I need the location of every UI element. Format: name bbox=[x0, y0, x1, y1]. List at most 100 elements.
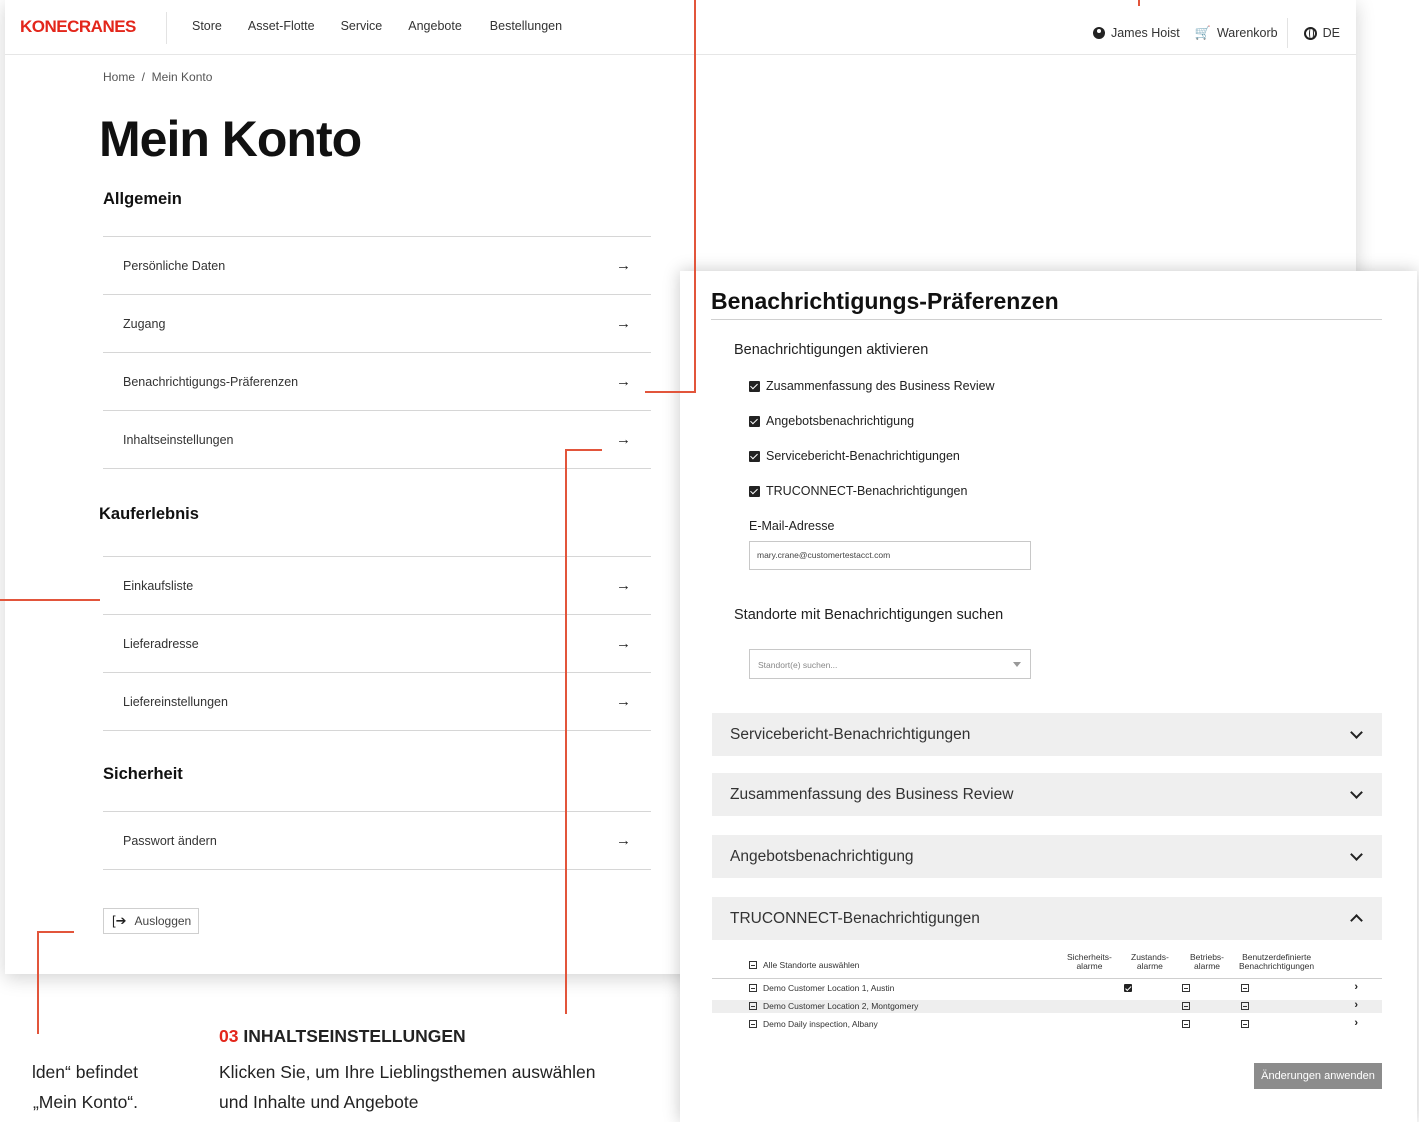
menu-item-label: Inhaltseinstellungen bbox=[123, 432, 234, 447]
row-label: Demo Daily inspection, Albany bbox=[763, 1019, 878, 1029]
language-switcher[interactable]: DE bbox=[1303, 26, 1340, 40]
menu-item-label: Einkaufsliste bbox=[123, 578, 194, 593]
menu-item-label: Persönliche Daten bbox=[123, 258, 226, 273]
menu-item-notification-preferences[interactable]: Benachrichtigungs-Präferenzen → bbox=[103, 353, 651, 411]
checkbox-label: Angebotsbenachrichtigung bbox=[766, 414, 915, 428]
accordion-truconnect[interactable]: TRUCONNECT-Benachrichtigungen bbox=[712, 897, 1382, 940]
accordion-label: Servicebericht-Benachrichtigungen bbox=[730, 725, 971, 743]
menu-item-label: Passwort ändern bbox=[123, 833, 217, 848]
chevron-down-icon bbox=[1350, 847, 1363, 861]
cart-link[interactable]: 🛒 Warenkorb bbox=[1180, 25, 1278, 41]
checkbox-checked-icon[interactable] bbox=[1124, 984, 1132, 992]
logout-label: Ausloggen bbox=[134, 914, 192, 928]
column-label: alarme bbox=[1076, 961, 1103, 971]
activate-label: Benachrichtigungen aktivieren bbox=[734, 342, 929, 358]
language-label: DE bbox=[1322, 26, 1340, 40]
menu-item-delivery-address[interactable]: Lieferadresse → bbox=[103, 615, 651, 673]
chevron-right-icon[interactable]: › bbox=[1354, 999, 1358, 1011]
cell-custom bbox=[1241, 1020, 1255, 1030]
checkbox-indeterminate-icon[interactable] bbox=[1182, 984, 1190, 992]
user-menu[interactable]: James Hoist bbox=[1092, 26, 1180, 40]
checkbox-service-report[interactable]: Servicebericht-Benachrichtigungen bbox=[749, 449, 960, 463]
section-title-security: Sicherheit bbox=[103, 765, 183, 783]
annotation-line bbox=[694, 0, 696, 392]
cart-label: Warenkorb bbox=[1216, 26, 1278, 40]
callout-number: 03 bbox=[219, 1026, 239, 1046]
nav-orders[interactable]: Bestellungen bbox=[490, 19, 562, 33]
table-row[interactable]: Demo Customer Location 2, Montgomery › bbox=[712, 999, 1382, 1013]
checkbox-indeterminate-icon[interactable] bbox=[749, 1002, 757, 1010]
email-field[interactable]: mary.crane@customertestacct.com bbox=[749, 541, 1031, 570]
menu-item-access[interactable]: Zugang → bbox=[103, 295, 651, 353]
arrow-right-icon: → bbox=[616, 832, 631, 849]
menu-item-content-settings[interactable]: Inhaltseinstellungen → bbox=[103, 411, 651, 469]
select-all-label: Alle Standorte auswählen bbox=[763, 960, 860, 970]
nav-service[interactable]: Service bbox=[341, 19, 383, 33]
accordion-business-review[interactable]: Zusammenfassung des Business Review bbox=[712, 773, 1382, 816]
checkbox-checked-icon[interactable] bbox=[749, 450, 760, 462]
caret-down-icon bbox=[1013, 662, 1021, 667]
callout-left-line: lden“ befindet bbox=[31, 1062, 138, 1082]
menu-item-shopping-list[interactable]: Einkaufsliste → bbox=[103, 557, 651, 615]
accordion-label: Zusammenfassung des Business Review bbox=[730, 785, 1014, 803]
arrow-right-icon: → bbox=[616, 373, 631, 390]
checkbox-truconnect[interactable]: TRUCONNECT-Benachrichtigungen bbox=[749, 484, 967, 498]
column-safety-alarms: Sicherheits-alarme bbox=[1067, 953, 1112, 971]
cart-icon: 🛒 bbox=[1194, 25, 1211, 40]
cell-safety bbox=[1124, 984, 1138, 994]
checkbox-indeterminate-icon[interactable] bbox=[1182, 1002, 1190, 1010]
checkbox-checked-icon[interactable] bbox=[749, 380, 760, 392]
checkbox-label: Servicebericht-Benachrichtigungen bbox=[766, 449, 960, 463]
annotation-line bbox=[645, 391, 696, 393]
checkbox-offer-notification[interactable]: Angebotsbenachrichtigung bbox=[749, 414, 914, 428]
checkbox-indeterminate-icon[interactable] bbox=[749, 1020, 757, 1028]
checkbox-indeterminate-icon[interactable] bbox=[749, 961, 757, 969]
checkbox-checked-icon[interactable] bbox=[749, 485, 760, 497]
annotation-line bbox=[565, 449, 602, 451]
accordion-offer-notification[interactable]: Angebotsbenachrichtigung bbox=[712, 835, 1382, 878]
location-search-select[interactable]: Standort(e) suchen... bbox=[749, 649, 1031, 679]
menu-item-change-password[interactable]: Passwort ändern → bbox=[103, 812, 651, 870]
menu-buying: Einkaufsliste → Lieferadresse → Liefereins… bbox=[103, 556, 651, 731]
chevron-down-icon bbox=[1350, 725, 1363, 739]
chevron-up-icon bbox=[1350, 914, 1363, 927]
nav-asset-fleet[interactable]: Asset-Flotte bbox=[248, 19, 315, 33]
checkbox-checked-icon[interactable] bbox=[749, 415, 760, 427]
menu-item-label: Benachrichtigungs-Präferenzen bbox=[123, 374, 299, 389]
checkbox-indeterminate-icon[interactable] bbox=[1241, 984, 1249, 992]
menu-item-delivery-settings[interactable]: Liefereinstellungen → bbox=[103, 673, 651, 731]
checkbox-indeterminate-icon[interactable] bbox=[1241, 1002, 1249, 1010]
arrow-right-icon: → bbox=[616, 315, 631, 332]
column-label: Benachrichtigungen bbox=[1239, 961, 1315, 971]
arrow-right-icon: → bbox=[616, 577, 631, 594]
konecranes-logo[interactable]: KONECRANES bbox=[20, 17, 136, 37]
menu-item-personal-data[interactable]: Persönliche Daten → bbox=[103, 237, 651, 295]
nav-store[interactable]: Store bbox=[192, 19, 222, 33]
cell-operation bbox=[1182, 984, 1196, 994]
apply-changes-button[interactable]: Änderungen anwenden bbox=[1254, 1063, 1382, 1089]
checkbox-indeterminate-icon[interactable] bbox=[749, 984, 757, 992]
nav-offers[interactable]: Angebote bbox=[408, 19, 462, 33]
checkbox-label: TRUCONNECT-Benachrichtigungen bbox=[766, 484, 968, 498]
checkbox-indeterminate-icon[interactable] bbox=[1182, 1020, 1190, 1028]
chevron-right-icon[interactable]: › bbox=[1354, 1017, 1358, 1029]
callout-left-line: „Mein Konto“. bbox=[32, 1092, 138, 1112]
checkbox-indeterminate-icon[interactable] bbox=[1241, 1020, 1249, 1028]
breadcrumb[interactable]: Home / Mein Konto bbox=[103, 70, 212, 84]
accordion-label: Angebotsbenachrichtigung bbox=[730, 847, 914, 865]
callout-title: INHALTSEINSTELLUNGEN bbox=[243, 1026, 466, 1046]
accordion-service-report[interactable]: Servicebericht-Benachrichtigungen bbox=[712, 713, 1382, 756]
logout-button[interactable]: [➔ Ausloggen bbox=[103, 908, 199, 934]
cell-operation bbox=[1182, 1002, 1196, 1012]
row-location-name: Demo Daily inspection, Albany bbox=[749, 1019, 878, 1029]
chevron-right-icon[interactable]: › bbox=[1354, 981, 1358, 993]
notification-title: Benachrichtigungs-Präferenzen bbox=[711, 288, 1059, 314]
user-icon bbox=[1092, 27, 1105, 39]
annotation-line bbox=[565, 449, 567, 1014]
table-row[interactable]: Demo Customer Location 1, Austin › bbox=[712, 981, 1382, 995]
arrow-right-icon: → bbox=[616, 257, 631, 274]
globe-icon bbox=[1303, 26, 1317, 40]
table-row[interactable]: Demo Daily inspection, Albany › bbox=[712, 1017, 1382, 1031]
checkbox-business-review[interactable]: Zusammenfassung des Business Review bbox=[749, 379, 995, 393]
select-all-locations[interactable]: Alle Standorte auswählen bbox=[749, 960, 859, 970]
